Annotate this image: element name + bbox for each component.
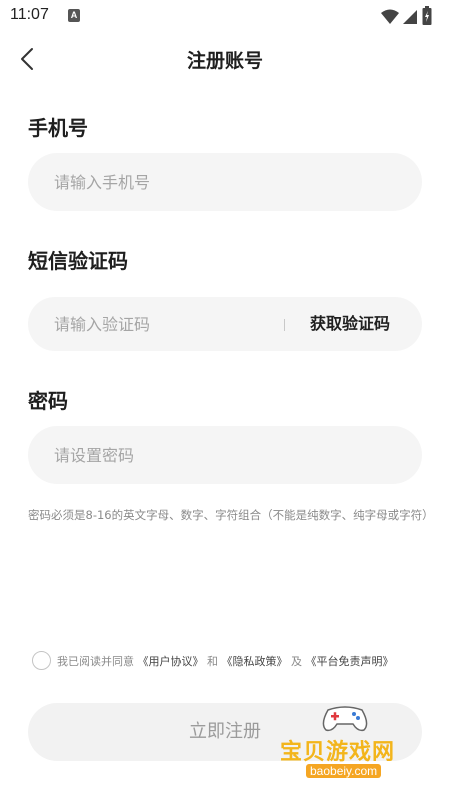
signal-icon bbox=[403, 10, 417, 24]
status-bar: 11:07 A bbox=[0, 0, 450, 32]
user-agreement-link[interactable]: 《用户协议》 bbox=[138, 655, 204, 668]
sms-code-field: 获取验证码 bbox=[28, 297, 422, 351]
agreement-and-2: 及 bbox=[291, 655, 302, 668]
watermark: 宝贝游戏网 baobeiy.com bbox=[280, 704, 430, 784]
agreement-row: 我已阅读并同意 《用户协议》 和 《隐私政策》 及 《平台免责声明》 bbox=[32, 651, 432, 671]
agreement-and-1: 和 bbox=[207, 655, 218, 668]
platform-disclaimer-link[interactable]: 《平台免责声明》 bbox=[306, 655, 394, 668]
battery-icon bbox=[422, 6, 432, 25]
privacy-policy-link[interactable]: 《隐私政策》 bbox=[222, 655, 288, 668]
wifi-icon bbox=[381, 9, 399, 24]
status-icons bbox=[380, 6, 440, 26]
phone-label: 手机号 bbox=[28, 116, 88, 140]
agreement-text: 我已阅读并同意 《用户协议》 和 《隐私政策》 及 《平台免责声明》 bbox=[57, 653, 394, 669]
page-title: 注册账号 bbox=[186, 50, 263, 72]
notification-icon: A bbox=[68, 9, 80, 22]
sms-code-input[interactable] bbox=[54, 297, 274, 351]
gamepad-icon bbox=[322, 706, 368, 732]
phone-field bbox=[28, 153, 422, 211]
password-input[interactable] bbox=[54, 426, 394, 484]
password-hint: 密码必须是8-16的英文字母、数字、字符组合（不能是纯数字、纯字母或字符） bbox=[28, 508, 434, 522]
password-label: 密码 bbox=[28, 389, 68, 413]
get-code-button[interactable]: 获取验证码 bbox=[310, 297, 390, 351]
agreement-prefix: 我已阅读并同意 bbox=[57, 655, 134, 668]
divider bbox=[284, 319, 285, 331]
status-time: 11:07 bbox=[10, 6, 49, 23]
sms-code-label: 短信验证码 bbox=[28, 249, 128, 273]
watermark-name: 宝贝游戏网 bbox=[280, 740, 396, 765]
password-field bbox=[28, 426, 422, 484]
phone-input[interactable] bbox=[54, 153, 394, 211]
watermark-url: baobeiy.com bbox=[306, 764, 382, 778]
agreement-checkbox[interactable] bbox=[32, 651, 51, 670]
